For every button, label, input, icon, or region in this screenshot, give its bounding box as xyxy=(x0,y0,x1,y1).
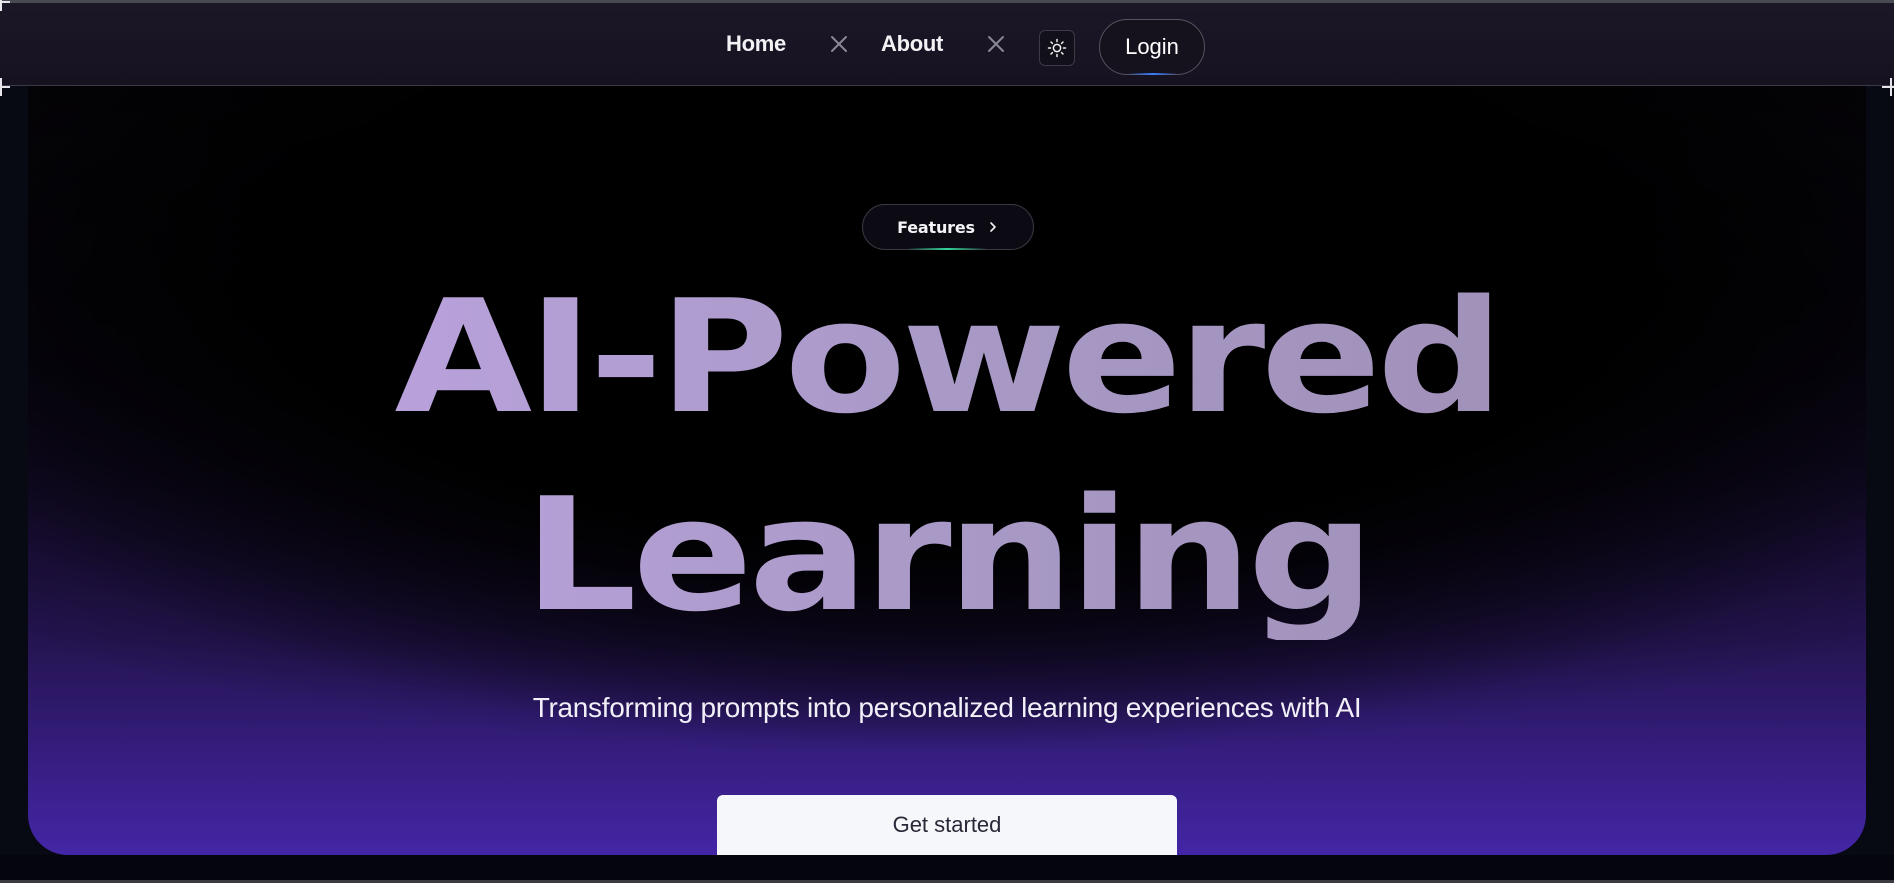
page: Home About Login Features AI-Powered Lea… xyxy=(0,0,1894,883)
features-pill-link[interactable]: Features xyxy=(862,204,1034,250)
top-navbar: Home About Login xyxy=(0,0,1894,96)
bottom-edge xyxy=(0,855,1894,883)
theme-toggle-button[interactable] xyxy=(1039,30,1075,66)
hero-headline-line-2: Learning xyxy=(28,470,1866,640)
nav-menu: Home About Login xyxy=(0,3,1894,86)
close-x-icon xyxy=(828,33,850,55)
nav-link-about[interactable]: About xyxy=(881,31,943,57)
sun-icon xyxy=(1047,38,1067,58)
get-started-button[interactable]: Get started xyxy=(717,795,1177,855)
login-button[interactable]: Login xyxy=(1099,19,1205,75)
features-pill-label: Features xyxy=(897,217,975,237)
nav-link-home[interactable]: Home xyxy=(726,31,786,57)
chevron-right-icon xyxy=(987,221,999,233)
hero-headline-line-1: AI-Powered xyxy=(28,272,1866,442)
close-x-icon xyxy=(985,33,1007,55)
hero-section: Features AI-Powered Learning Transformin… xyxy=(28,86,1866,855)
hero-subtitle: Transforming prompts into personalized l… xyxy=(532,692,1362,723)
